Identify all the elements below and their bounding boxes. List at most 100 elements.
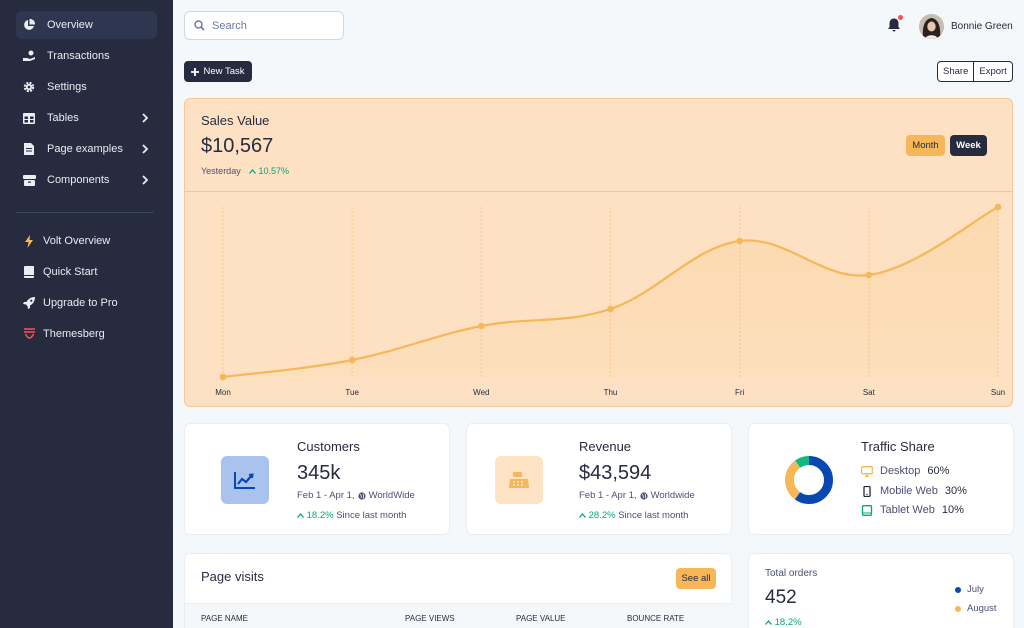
x-tick-label: Thu: [604, 388, 618, 397]
plus-icon: [191, 67, 200, 76]
hand-coins-icon: [22, 49, 36, 63]
legend-july-dot: [955, 586, 961, 593]
orders-change: 18.2%: [765, 617, 802, 628]
column-header-page-name[interactable]: PAGE NAME: [201, 614, 248, 623]
legend-tablet-value: 10%: [941, 504, 964, 516]
sidebar-item-label: Components: [47, 174, 110, 186]
data-point[interactable]: [478, 322, 485, 330]
traffic-title: Traffic Share: [861, 439, 935, 454]
avatar[interactable]: [919, 14, 944, 39]
column-header-page-views[interactable]: PAGE VIEWS: [405, 614, 455, 623]
customers-change: 18.2% Since last month: [297, 510, 406, 521]
user-name[interactable]: Bonnie Green: [951, 21, 1013, 32]
legend-mobile: Mobile Web 30%: [861, 485, 967, 497]
search-box[interactable]: [184, 11, 344, 40]
arrow-up-icon: [249, 169, 256, 174]
sidebar-item-transactions[interactable]: Transactions: [16, 42, 157, 70]
arrow-up-icon: [579, 513, 586, 518]
revenue-change-label: Since last month: [618, 510, 689, 521]
revenue-range: Feb 1 - Apr 1, Worldwide: [579, 490, 695, 501]
customers-value: 345k: [297, 462, 341, 484]
month-toggle[interactable]: Month: [906, 135, 945, 156]
sidebar-item-label: Themesberg: [43, 328, 105, 340]
legend-desktop-value: 60%: [927, 465, 950, 477]
revenue-title: Revenue: [579, 439, 632, 454]
x-tick-label: Wed: [473, 388, 489, 397]
legend-july-label: July: [967, 584, 984, 595]
revenue-change: 28.2% Since last month: [579, 510, 688, 521]
customers-title: Customers: [297, 439, 360, 454]
sidebar-item-label: Tables: [47, 112, 79, 124]
lightning-icon: [22, 234, 36, 248]
sidebar-item-upgrade-to-pro[interactable]: Upgrade to Pro: [16, 289, 157, 317]
legend-august-dot: [955, 605, 961, 612]
customers-region: WorldWide: [368, 490, 415, 501]
sidebar-item-label: Volt Overview: [43, 235, 111, 247]
chevron-right-icon: [142, 144, 149, 154]
revenue-range-text: Feb 1 - Apr 1,: [579, 490, 637, 501]
data-point[interactable]: [994, 203, 1002, 211]
traffic-donut-chart: [785, 456, 833, 504]
document-icon: [22, 142, 36, 156]
gear-icon: [22, 80, 36, 94]
legend-tablet-label: Tablet Web: [880, 504, 935, 516]
total-orders-card: Total orders 452 18.2% July August: [748, 553, 1014, 628]
x-tick-label: Sat: [863, 388, 876, 397]
sidebar-item-quick-start[interactable]: Quick Start: [16, 258, 157, 286]
mobile-icon: [863, 485, 871, 497]
column-header-bounce-rate[interactable]: BOUNCE RATE: [627, 614, 684, 623]
sidebar-item-label: Settings: [47, 81, 87, 93]
page-visits-title: Page visits: [201, 569, 264, 584]
page-visits-card: Page visits See all PAGE NAME PAGE VIEWS…: [184, 553, 732, 628]
sidebar-item-label: Quick Start: [43, 266, 98, 278]
sales-chart: Mon Tue Wed Thu Fri Sat Sun: [215, 203, 1005, 397]
x-tick-label: Fri: [735, 388, 745, 397]
legend-august: August: [955, 603, 997, 614]
week-toggle[interactable]: Week: [950, 135, 987, 156]
globe-icon: [357, 491, 366, 500]
sales-change: 10.57%: [249, 166, 289, 176]
sidebar-item-volt-overview[interactable]: Volt Overview: [16, 227, 157, 255]
themesberg-logo-icon: [22, 327, 36, 341]
search-icon: [194, 20, 205, 31]
chart-line-icon: [221, 456, 269, 504]
revenue-value: $43,594: [579, 462, 652, 484]
column-header-page-value[interactable]: PAGE VALUE: [516, 614, 566, 623]
export-button[interactable]: Export: [973, 62, 1011, 81]
sidebar-item-settings[interactable]: Settings: [16, 73, 157, 101]
legend-mobile-value: 30%: [944, 485, 967, 497]
sidebar-item-label: Transactions: [47, 50, 110, 62]
sidebar-item-page-examples[interactable]: Page examples: [16, 135, 157, 163]
revenue-region: Worldwide: [650, 490, 695, 501]
data-point[interactable]: [736, 237, 743, 245]
see-all-button[interactable]: See all: [676, 568, 716, 589]
orders-title: Total orders: [765, 568, 818, 579]
legend-mobile-label: Mobile Web: [880, 485, 938, 497]
sidebar-item-overview[interactable]: Overview: [16, 11, 157, 39]
data-point[interactable]: [219, 373, 227, 381]
traffic-share-card: Traffic Share Desktop 60% Mobile Web 30%…: [748, 423, 1014, 535]
sidebar: Overview Transactions Settings Tables Pa…: [0, 0, 173, 628]
sidebar-item-label: Page examples: [47, 143, 123, 155]
sales-title: Sales Value: [201, 113, 270, 128]
book-icon: [22, 265, 36, 279]
legend-august-label: August: [967, 603, 997, 614]
tablet-icon: [861, 504, 873, 516]
sidebar-item-themesberg[interactable]: Themesberg: [16, 320, 157, 348]
sales-value: $10,567: [201, 135, 274, 157]
sales-change-value: 10.57%: [258, 166, 290, 176]
x-tick-label: Sun: [991, 388, 1005, 397]
arrow-up-icon: [297, 513, 304, 518]
legend-desktop-label: Desktop: [880, 465, 921, 477]
search-input[interactable]: [212, 19, 322, 32]
chevron-right-icon: [142, 113, 149, 123]
archive-icon: [22, 173, 36, 187]
data-point[interactable]: [607, 305, 614, 313]
new-task-button[interactable]: New Task: [184, 61, 252, 82]
sales-value-card: Sales Value $10,567 Yesterday 10.57% Mon…: [184, 98, 1013, 407]
data-point[interactable]: [348, 356, 356, 364]
sidebar-item-components[interactable]: Components: [16, 166, 157, 194]
sidebar-item-tables[interactable]: Tables: [16, 104, 157, 132]
data-point[interactable]: [865, 271, 873, 279]
share-button[interactable]: Share: [938, 62, 973, 81]
